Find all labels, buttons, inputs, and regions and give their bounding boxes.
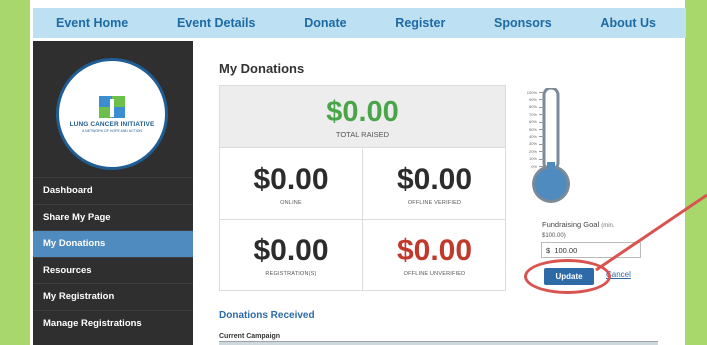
donations-received-heading: Donations Received bbox=[219, 310, 315, 321]
current-campaign-label: Current Campaign bbox=[219, 333, 281, 340]
annotation-arrow-icon bbox=[595, 193, 707, 272]
campaign-table-header bbox=[219, 341, 658, 345]
